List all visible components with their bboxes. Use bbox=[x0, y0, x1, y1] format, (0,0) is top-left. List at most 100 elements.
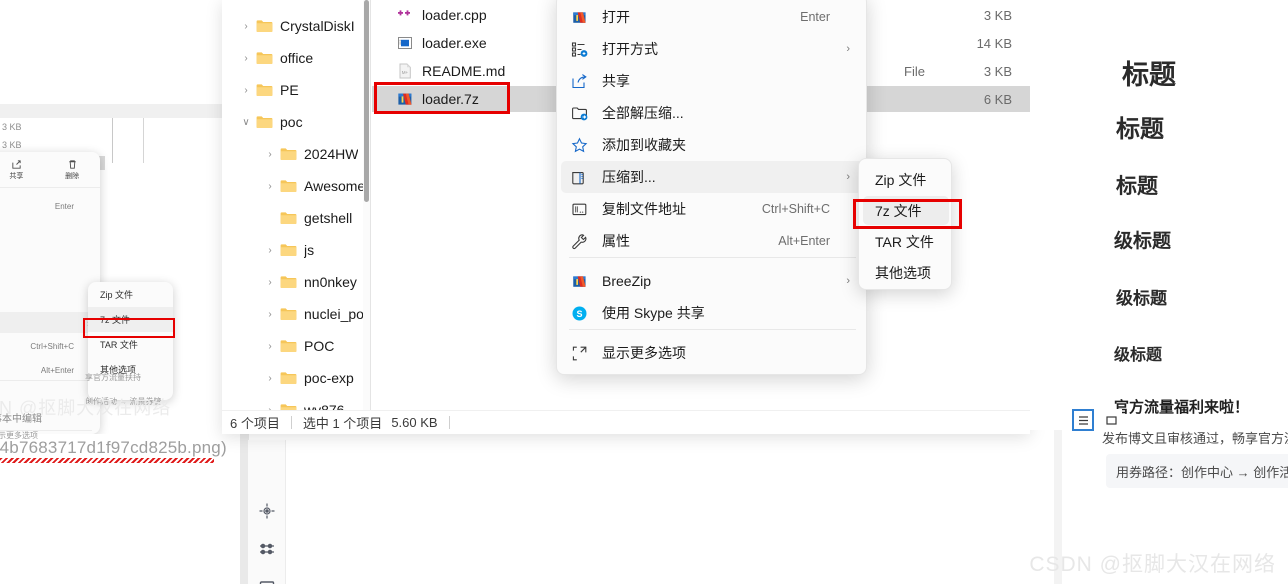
submenu-item[interactable]: Zip 文件 bbox=[863, 165, 949, 194]
context-menu-item-label: 打开方式 bbox=[602, 41, 658, 57]
preview-heading-1: 标题 bbox=[1122, 60, 1176, 90]
folder-icon bbox=[280, 211, 297, 225]
preview-mask bbox=[1030, 0, 1090, 430]
skype-icon: S bbox=[571, 305, 588, 322]
context-menu-item[interactable]: BreeZip › bbox=[561, 265, 864, 297]
list-view-button[interactable] bbox=[1072, 409, 1094, 431]
file-size: 6 KB bbox=[983, 91, 1012, 107]
mini-submenu-label: TAR 文件 bbox=[100, 340, 138, 350]
folder-icon bbox=[280, 243, 297, 257]
context-menu-item[interactable]: 打开 Enter bbox=[561, 1, 864, 33]
context-menu-item-label: 属性 bbox=[602, 233, 630, 249]
cpp-file-icon bbox=[396, 6, 414, 24]
status-selection-size: 5.60 KB bbox=[391, 415, 438, 430]
tree-item-getshell[interactable]: getshell bbox=[222, 202, 352, 234]
mini-menu-item: Enter bbox=[0, 196, 100, 217]
target-icon[interactable] bbox=[258, 502, 276, 520]
submenu-item[interactable]: TAR 文件 bbox=[863, 227, 949, 256]
mini-share-button[interactable]: 共享 bbox=[9, 159, 23, 181]
folder-icon bbox=[256, 83, 273, 97]
chevron-icon[interactable]: › bbox=[260, 373, 280, 384]
star-icon bbox=[571, 137, 588, 154]
tree-item-nn0nkey[interactable]: › nn0nkey bbox=[222, 266, 357, 298]
tree-item-nuclei_poc[interactable]: › nuclei_poc bbox=[222, 298, 371, 330]
mini-menu-accelerator: Alt+Enter bbox=[40, 366, 74, 375]
archive-file-icon bbox=[396, 90, 414, 108]
tree-item-wv876[interactable]: › wv876 bbox=[222, 394, 344, 410]
pane-view-button[interactable] bbox=[1100, 409, 1122, 431]
mini-menu-item: 到收藏夹 bbox=[0, 288, 100, 309]
md-source-above-line: 事本中编辑 bbox=[0, 414, 42, 425]
context-menu-accelerator: Alt+Enter bbox=[778, 234, 830, 248]
chevron-icon[interactable]: › bbox=[260, 149, 280, 160]
chevron-icon[interactable]: › bbox=[236, 53, 256, 64]
tree-item-awesome-[interactable]: › Awesome- bbox=[222, 170, 370, 202]
submenu-item-label: 其他选项 bbox=[875, 264, 931, 281]
md-image-reference-text: 34b7683717d1f97cd825b.png) bbox=[0, 438, 227, 457]
folder-icon bbox=[280, 275, 297, 289]
sliders-icon[interactable] bbox=[258, 540, 276, 558]
tree-item-office[interactable]: › office bbox=[222, 42, 313, 74]
breezip-icon bbox=[571, 273, 588, 290]
context-menu-item-label: 共享 bbox=[602, 73, 630, 89]
chevron-icon[interactable]: › bbox=[260, 181, 280, 192]
submenu-item[interactable]: 7z 文件 bbox=[863, 196, 949, 225]
tree-item-pe[interactable]: › PE bbox=[222, 74, 298, 106]
context-menu-item[interactable]: 全部解压缩... bbox=[561, 97, 864, 129]
open-with-icon bbox=[571, 41, 588, 58]
mini-menu-accelerator: Enter bbox=[54, 202, 74, 211]
preview-heading-6: 级标题 bbox=[1114, 347, 1163, 364]
submenu-item[interactable]: 其他选项 bbox=[863, 258, 949, 287]
context-menu-item[interactable]: S 使用 Skype 共享 bbox=[561, 297, 864, 329]
context-menu-item[interactable]: 压缩到... › bbox=[561, 161, 864, 193]
file-name: loader.7z bbox=[422, 91, 479, 107]
menu-divider bbox=[569, 257, 856, 258]
preview-heading-3: 标题 bbox=[1116, 175, 1158, 198]
preview-heading-4: 级标题 bbox=[1114, 231, 1172, 252]
tree-item-label: wv876 bbox=[304, 402, 345, 410]
tree-item-label: CrystalDiskI bbox=[280, 18, 355, 34]
monitor-icon[interactable] bbox=[258, 578, 276, 584]
mini-share-label: 共享 bbox=[9, 172, 24, 180]
chevron-icon[interactable]: › bbox=[236, 21, 256, 32]
view-mode-toggle[interactable] bbox=[1072, 409, 1122, 431]
preview-heading-2: 标题 bbox=[1116, 116, 1164, 143]
chevron-icon[interactable]: ∨ bbox=[236, 117, 256, 128]
context-menu-item-label: 打开 bbox=[602, 9, 630, 25]
mini-7z-highlight-box bbox=[83, 318, 175, 338]
chevron-icon[interactable]: › bbox=[236, 85, 256, 96]
nav-scrollbar-thumb[interactable] bbox=[364, 0, 369, 202]
context-menu-item[interactable]: 打开方式 › bbox=[561, 33, 864, 65]
context-menu-item[interactable]: 显示更多选项 bbox=[561, 337, 864, 369]
tree-item-poc-exp[interactable]: › poc-exp bbox=[222, 362, 354, 394]
promo-path-box: 用券路径：创作中心 → 创作活动 → 流量券 bbox=[1106, 454, 1288, 488]
mini-submenu-label: Zip 文件 bbox=[100, 290, 134, 300]
tree-item-label: poc-exp bbox=[304, 370, 354, 386]
chevron-icon[interactable]: › bbox=[260, 277, 280, 288]
editor-body bbox=[286, 440, 1032, 584]
tree-item-label: Awesome- bbox=[304, 178, 370, 194]
compress-to-submenu: Zip 文件 7z 文件 TAR 文件其他选项 bbox=[858, 158, 952, 290]
tree-item-poc[interactable]: ∨ poc bbox=[222, 106, 302, 138]
tree-item-poc[interactable]: › POC bbox=[222, 330, 334, 362]
context-menu-item[interactable]: 属性 Alt+Enter bbox=[561, 225, 864, 257]
tree-item-js[interactable]: › js bbox=[222, 234, 314, 266]
file-context-menu: 打开 Enter 打开方式 › 共享全部解压缩... 添加到收藏夹 压缩到... › 复制文件地… bbox=[556, 0, 867, 375]
chevron-icon[interactable]: › bbox=[260, 341, 280, 352]
context-menu-item[interactable]: 复制文件地址 Ctrl+Shift+C bbox=[561, 193, 864, 225]
context-menu-item[interactable]: 共享 bbox=[561, 65, 864, 97]
more-options-icon bbox=[571, 345, 588, 362]
context-menu-accelerator: Ctrl+Shift+C bbox=[761, 202, 830, 216]
tree-item-label: nuclei_poc bbox=[304, 306, 371, 322]
folder-icon bbox=[256, 51, 273, 65]
archive-app-icon bbox=[571, 9, 588, 26]
svg-text:S: S bbox=[576, 309, 582, 319]
tree-item-2024hw[interactable]: › 2024HW bbox=[222, 138, 358, 170]
tree-item-crystaldiski[interactable]: › CrystalDiskI bbox=[222, 10, 355, 42]
folder-icon bbox=[280, 404, 297, 410]
chevron-icon[interactable]: › bbox=[260, 309, 280, 320]
mini-menu-item: 到“开始” bbox=[0, 264, 100, 285]
mini-delete-button[interactable]: 删除 bbox=[65, 159, 79, 181]
chevron-icon[interactable]: › bbox=[260, 245, 280, 256]
context-menu-item[interactable]: 添加到收藏夹 bbox=[561, 129, 864, 161]
